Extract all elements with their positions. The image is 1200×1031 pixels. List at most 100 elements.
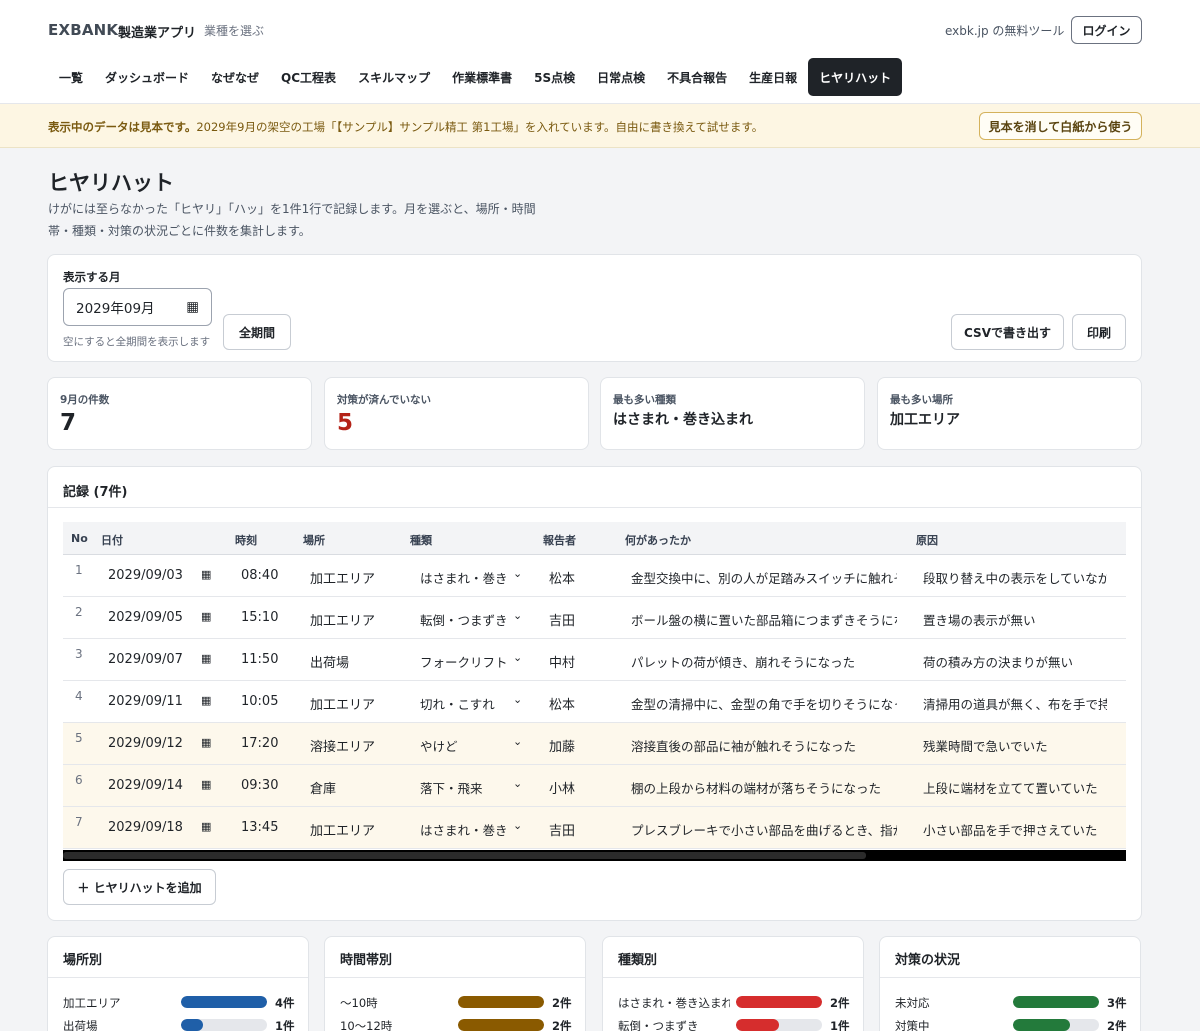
nav-item[interactable]: 作業標準書 (441, 58, 523, 96)
chevron-down-icon[interactable]: ⌄ (513, 735, 522, 748)
what-happened-input[interactable]: パレットの荷が傾き、崩れそうになった (631, 652, 897, 671)
time-input[interactable]: 13:45 (241, 820, 291, 835)
reporter-input[interactable]: 加藤 (549, 736, 609, 755)
time-input[interactable]: 09:30 (241, 778, 291, 793)
date-input[interactable]: 2029/09/11 (108, 694, 216, 709)
place-input[interactable]: 加工エリア (310, 820, 405, 839)
date-input[interactable]: 2029/09/05 (108, 610, 216, 625)
chevron-down-icon[interactable]: ⌄ (513, 609, 522, 622)
what-happened-input[interactable]: ボール盤の横に置いた部品箱につまずきそうになった (631, 610, 897, 629)
kind-select[interactable]: 転倒・つまずき (420, 610, 508, 629)
reporter-input[interactable]: 小林 (549, 778, 609, 797)
chevron-down-icon[interactable]: ⌄ (513, 777, 522, 790)
brand-logo[interactable]: EXBANK (48, 21, 118, 39)
date-input[interactable]: 2029/09/14 (108, 778, 216, 793)
calendar-icon[interactable]: ▦ (201, 694, 211, 707)
chevron-down-icon[interactable]: ⌄ (513, 693, 522, 706)
time-input[interactable]: 15:10 (241, 610, 291, 625)
what-happened-input[interactable]: 金型交換中に、別の人が足踏みスイッチに触れそうになった (631, 568, 897, 587)
nav-item[interactable]: なぜなぜ (200, 58, 270, 96)
kind-select[interactable]: やけど (420, 736, 508, 755)
cause-input[interactable]: 段取り替え中の表示をしていなかった (923, 568, 1107, 587)
reporter-input[interactable]: 吉田 (549, 820, 609, 839)
stat-card: 9月の件数 7 (47, 377, 312, 450)
what-happened-input[interactable]: 溶接直後の部品に袖が触れそうになった (631, 736, 897, 755)
chevron-down-icon[interactable]: ⌄ (513, 567, 522, 580)
app-header: EXBANK 製造業アプリ 業種を選ぶ exbk.jp の無料ツール ログイン … (0, 0, 1200, 104)
clear-sample-button[interactable]: 見本を消して白紙から使う (979, 112, 1142, 140)
date-input[interactable]: 2029/09/07 (108, 652, 216, 667)
choose-industry-link[interactable]: 業種を選ぶ (204, 22, 264, 39)
row-number: 4 (75, 689, 83, 703)
calendar-icon[interactable]: ▦ (201, 778, 211, 791)
all-period-button[interactable]: 全期間 (223, 314, 291, 350)
nav-item[interactable]: スキルマップ (347, 58, 441, 96)
horizontal-scrollbar[interactable] (63, 850, 1126, 861)
kind-select[interactable]: フォークリフト・車両 (420, 652, 508, 671)
free-tools-link[interactable]: exbk.jp の無料ツール (945, 22, 1064, 39)
place-input[interactable]: 出荷場 (310, 652, 405, 671)
chevron-down-icon[interactable]: ⌄ (513, 819, 522, 832)
place-input[interactable]: 加工エリア (310, 568, 405, 587)
nav-item[interactable]: 5S点検 (523, 58, 586, 96)
place-input[interactable]: 倉庫 (310, 778, 405, 797)
cause-input[interactable]: 置き場の表示が無い (923, 610, 1107, 629)
chevron-down-icon[interactable]: ⌄ (513, 651, 522, 664)
time-input[interactable]: 08:40 (241, 568, 291, 583)
table-row: 6 2029/09/14 ▦ 09:30 倉庫 落下・飛来 ⌄ 小林 棚の上段から材料の端材が落… (63, 765, 1126, 807)
column-header: 日付 (101, 534, 123, 547)
what-happened-input[interactable]: 金型の清掃中に、金型の角で手を切りそうになった (631, 694, 897, 713)
csv-export-button[interactable]: CSVで書き出す (951, 314, 1064, 350)
summary-label: 〜10時 (340, 996, 378, 1010)
nav-item[interactable]: QC工程表 (270, 58, 347, 96)
calendar-icon[interactable]: ▦ (201, 568, 211, 581)
reporter-input[interactable]: 松本 (549, 694, 609, 713)
calendar-icon[interactable]: ▦ (201, 736, 211, 749)
summary-card: 種類別 はさまれ・巻き込まれ 2件 転倒・つまずき 1件 (602, 936, 864, 1031)
login-button[interactable]: ログイン (1071, 16, 1142, 44)
date-input[interactable]: 2029/09/03 (108, 568, 216, 583)
cause-input[interactable]: 上段に端材を立てて置いていた (923, 778, 1107, 797)
reporter-input[interactable]: 松本 (549, 568, 609, 587)
summary-bar-fill (736, 996, 822, 1008)
nav-item[interactable]: 不具合報告 (656, 58, 738, 96)
cause-input[interactable]: 荷の積み方の決まりが無い (923, 652, 1107, 671)
what-happened-input[interactable]: 棚の上段から材料の端材が落ちそうになった (631, 778, 897, 797)
month-input[interactable]: 2029年09月 ▦ (63, 288, 212, 326)
time-input[interactable]: 11:50 (241, 652, 291, 667)
calendar-icon[interactable]: ▦ (201, 652, 211, 665)
stat-value: 加工エリア (890, 412, 960, 428)
cause-input[interactable]: 小さい部品を手で押さえていた (923, 820, 1107, 839)
time-input[interactable]: 10:05 (241, 694, 291, 709)
print-button[interactable]: 印刷 (1072, 314, 1126, 350)
kind-select[interactable]: はさまれ・巻き込まれ (420, 820, 508, 839)
nav-item[interactable]: 日常点検 (586, 58, 656, 96)
place-input[interactable]: 加工エリア (310, 694, 405, 713)
calendar-icon[interactable]: ▦ (201, 610, 211, 623)
cause-input[interactable]: 残業時間で急いでいた (923, 736, 1107, 755)
time-input[interactable]: 17:20 (241, 736, 291, 751)
reporter-input[interactable]: 吉田 (549, 610, 609, 629)
kind-select[interactable]: 切れ・こすれ (420, 694, 508, 713)
date-input[interactable]: 2029/09/18 (108, 820, 216, 835)
stat-card: 最も多い場所 加工エリア (877, 377, 1142, 450)
summary-title: 場所別 (63, 953, 103, 968)
calendar-icon[interactable]: ▦ (201, 820, 211, 833)
place-input[interactable]: 加工エリア (310, 610, 405, 629)
summary-row: 転倒・つまずき 1件 (618, 1016, 858, 1031)
kind-select[interactable]: 落下・飛来 (420, 778, 508, 797)
calendar-icon[interactable]: ▦ (186, 299, 199, 315)
main-nav: 一覧 ダッシュボード なぜなぜ QC工程表 スキルマップ 作業標準書 5S点検 日常点検 不具合… (48, 58, 903, 96)
scrollbar-thumb[interactable] (63, 852, 866, 859)
place-input[interactable]: 溶接エリア (310, 736, 405, 755)
kind-select[interactable]: はさまれ・巻き込まれ (420, 568, 508, 587)
nav-item[interactable]: 一覧 (48, 58, 94, 96)
what-happened-input[interactable]: プレスブレーキで小さい部品を曲げるとき、指が近づいた (631, 820, 897, 839)
nav-item[interactable]: ダッシュボード (94, 58, 200, 96)
date-input[interactable]: 2029/09/12 (108, 736, 216, 751)
add-record-button[interactable]: ＋ ヒヤリハットを追加 (63, 869, 216, 905)
nav-item[interactable]: 生産日報 (738, 58, 808, 96)
reporter-input[interactable]: 中村 (549, 652, 609, 671)
cause-input[interactable]: 清掃用の道具が無く、布を手で持っていた (923, 694, 1107, 713)
nav-item[interactable]: ヒヤリハット (808, 58, 903, 96)
